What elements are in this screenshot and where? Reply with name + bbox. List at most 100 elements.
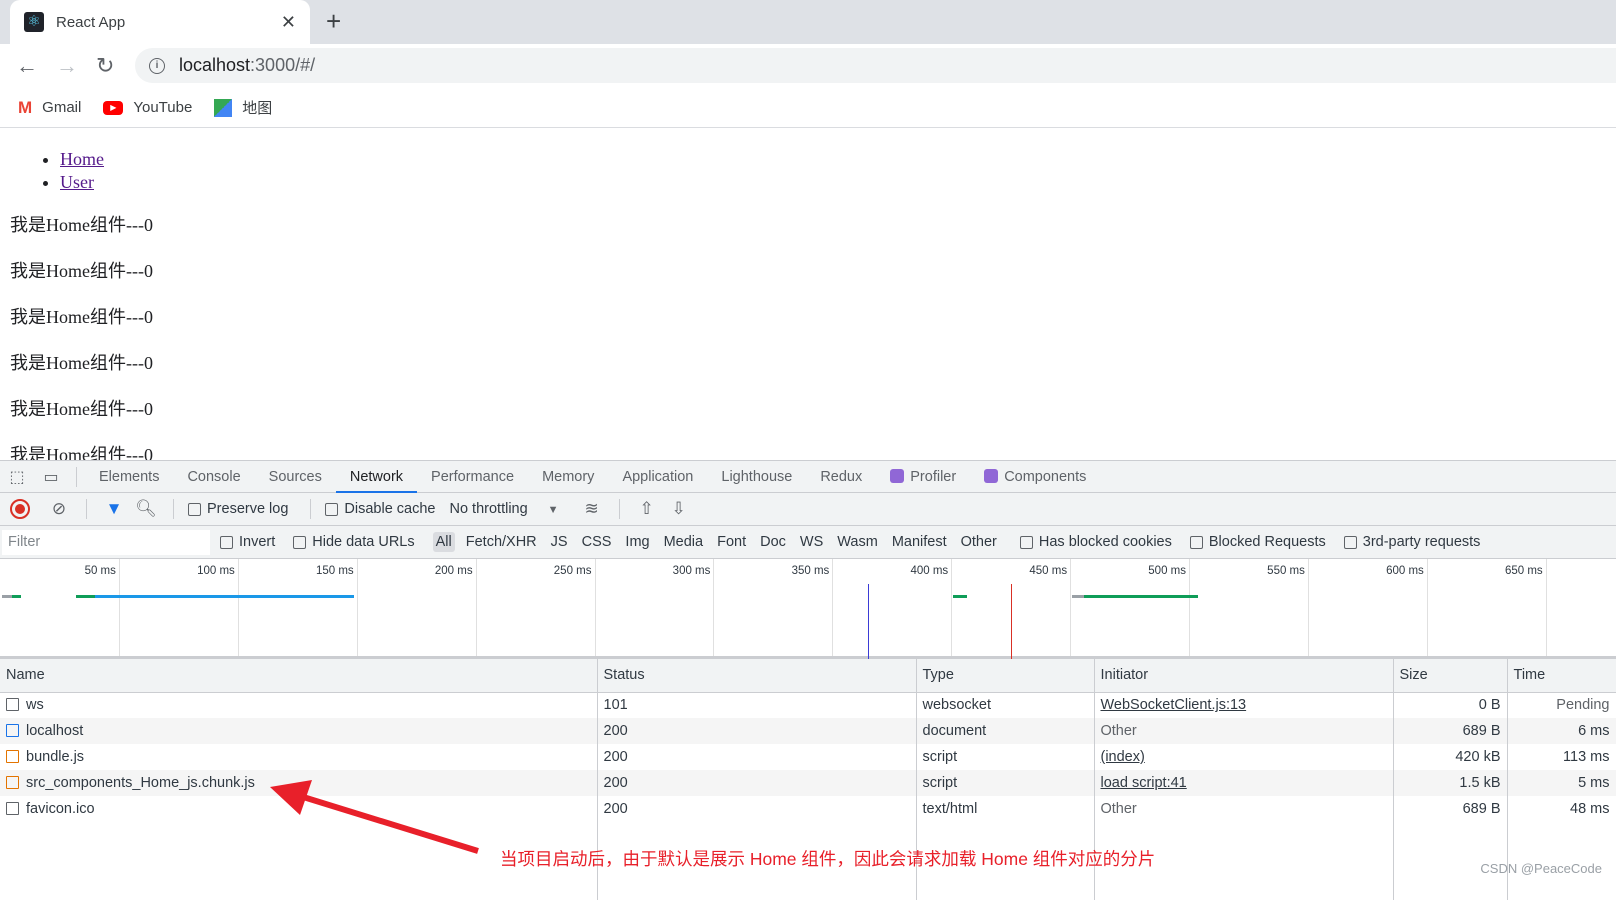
cell-size: 689 B: [1393, 796, 1508, 822]
search-icon[interactable]: 🔍︎: [133, 499, 159, 519]
bookmark-maps[interactable]: 地图: [214, 97, 272, 118]
column-header-size[interactable]: Size: [1393, 659, 1508, 693]
table-row[interactable]: localhost 200 document Other 689 B 6 ms: [0, 718, 1616, 744]
forward-icon[interactable]: →: [56, 53, 96, 79]
type-filter-other[interactable]: Other: [958, 532, 1000, 552]
inspect-icon[interactable]: ⬚: [0, 467, 34, 487]
tab-elements[interactable]: Elements: [85, 461, 173, 493]
document-icon: [6, 724, 19, 737]
cell-initiator[interactable]: load script:41: [1094, 770, 1394, 796]
network-conditions-icon[interactable]: ≋: [579, 499, 605, 519]
cell-status: 200: [597, 796, 917, 822]
react-icon: [890, 468, 905, 483]
timeline-tick-label: 300 ms: [672, 565, 711, 577]
empty-cell: [597, 822, 917, 848]
throttling-select[interactable]: No throttling ▼: [449, 501, 558, 517]
cell-initiator: Other: [1094, 796, 1394, 822]
invert-checkbox[interactable]: Invert: [220, 534, 275, 550]
table-row[interactable]: ws 101 websocket WebSocketClient.js:13 0…: [0, 692, 1616, 718]
tab-lighthouse[interactable]: Lighthouse: [707, 461, 806, 493]
script-icon: [6, 750, 19, 763]
type-filter-doc[interactable]: Doc: [757, 532, 789, 552]
new-tab-button[interactable]: +: [326, 6, 341, 37]
cell-initiator[interactable]: (index): [1094, 744, 1394, 770]
initiator-link[interactable]: load script:41: [1101, 775, 1187, 791]
bookmark-gmail[interactable]: M Gmail: [18, 98, 81, 118]
column-header-name[interactable]: Name: [0, 659, 598, 693]
resource-type-filters: All Fetch/XHR JS CSS Img Media Font Doc WS Wasm Ma…: [432, 532, 1000, 552]
home-link[interactable]: Home: [60, 149, 104, 169]
divider: [76, 466, 77, 487]
divider: [310, 499, 312, 519]
column-header-type[interactable]: Type: [916, 659, 1095, 693]
type-filter-ws[interactable]: WS: [797, 532, 826, 552]
hide-data-urls-checkbox[interactable]: Hide data URLs: [293, 534, 415, 550]
checkbox-label: 3rd-party requests: [1362, 534, 1481, 550]
tab-network[interactable]: Network: [335, 461, 418, 493]
file-icon: [6, 802, 19, 815]
tab-redux[interactable]: Redux: [806, 461, 876, 493]
cell-initiator[interactable]: WebSocketClient.js:13: [1094, 692, 1394, 718]
record-icon[interactable]: [10, 499, 30, 519]
network-overview-timeline[interactable]: 50 ms 100 ms 150 ms 200 ms 250 ms 300 ms 350 m…: [0, 559, 1616, 659]
empty-cell: [916, 822, 1095, 848]
close-icon[interactable]: ✕: [281, 12, 296, 33]
initiator-link[interactable]: WebSocketClient.js:13: [1101, 697, 1247, 713]
reload-icon[interactable]: ↻: [96, 53, 136, 79]
chevron-down-icon: ▼: [547, 504, 559, 516]
browser-tab[interactable]: ⚛ React App ✕: [10, 0, 310, 44]
react-icon: ⚛: [24, 12, 44, 32]
tab-performance[interactable]: Performance: [417, 461, 528, 493]
has-blocked-cookies-checkbox[interactable]: Has blocked cookies: [1019, 534, 1172, 550]
type-filter-manifest[interactable]: Manifest: [889, 532, 950, 552]
timeline-gridline: [475, 559, 477, 656]
empty-cell: [916, 874, 1095, 900]
tab-profiler[interactable]: Profiler: [876, 461, 970, 493]
file-icon: [6, 698, 19, 712]
type-filter-font[interactable]: Font: [714, 532, 749, 552]
tab-application[interactable]: Application: [608, 461, 707, 493]
preserve-log-checkbox[interactable]: Preserve log: [188, 501, 288, 517]
tab-components[interactable]: Components: [970, 461, 1100, 493]
type-filter-fetchxhr[interactable]: Fetch/XHR: [463, 532, 540, 552]
checkbox-label: Has blocked cookies: [1038, 534, 1172, 550]
filter-input[interactable]: Filter: [2, 529, 210, 555]
clear-icon[interactable]: ⊘: [46, 499, 72, 519]
filter-icon[interactable]: ▼: [101, 499, 127, 519]
user-link[interactable]: User: [60, 172, 94, 192]
column-header-status[interactable]: Status: [597, 659, 917, 693]
column-header-initiator[interactable]: Initiator: [1094, 659, 1394, 693]
url-input[interactable]: i localhost:3000/#/: [135, 48, 1616, 83]
device-toolbar-icon[interactable]: ▭: [34, 467, 68, 487]
type-filter-wasm[interactable]: Wasm: [834, 532, 881, 552]
type-filter-media[interactable]: Media: [661, 532, 707, 552]
tab-memory[interactable]: Memory: [528, 461, 608, 493]
export-har-icon[interactable]: ⇩: [666, 499, 692, 519]
cell-type: script: [916, 744, 1095, 770]
back-icon[interactable]: ←: [16, 53, 56, 79]
blocked-requests-checkbox[interactable]: Blocked Requests: [1189, 534, 1326, 550]
cell-size: 1.5 kB: [1393, 770, 1508, 796]
empty-cell: [0, 822, 598, 848]
request-name: src_components_Home_js.chunk.js: [26, 775, 255, 791]
third-party-checkbox[interactable]: 3rd-party requests: [1343, 534, 1481, 550]
table-row[interactable]: favicon.ico 200 text/html Other 689 B 48…: [0, 796, 1616, 822]
home-text: 我是Home组件---0: [10, 353, 153, 373]
type-filter-all[interactable]: All: [432, 532, 455, 552]
table-row[interactable]: bundle.js 200 script (index) 420 kB 113 …: [0, 744, 1616, 770]
import-har-icon[interactable]: ⇧: [634, 499, 660, 519]
timeline-gridline: [356, 559, 358, 656]
type-filter-img[interactable]: Img: [622, 532, 652, 552]
tab-strip: ⚛ React App ✕ +: [0, 0, 1616, 44]
info-icon[interactable]: i: [149, 57, 165, 74]
column-header-time[interactable]: Time: [1507, 659, 1616, 693]
type-filter-js[interactable]: JS: [548, 532, 571, 552]
tab-sources[interactable]: Sources: [255, 461, 336, 493]
disable-cache-checkbox[interactable]: Disable cache: [325, 501, 435, 517]
type-filter-css[interactable]: CSS: [579, 532, 615, 552]
initiator-link[interactable]: (index): [1101, 749, 1145, 765]
bookmark-label: Gmail: [42, 99, 82, 116]
tab-console[interactable]: Console: [173, 461, 254, 493]
table-row[interactable]: src_components_Home_js.chunk.js 200 scri…: [0, 770, 1616, 796]
bookmark-youtube[interactable]: ▶ YouTube: [103, 99, 192, 116]
